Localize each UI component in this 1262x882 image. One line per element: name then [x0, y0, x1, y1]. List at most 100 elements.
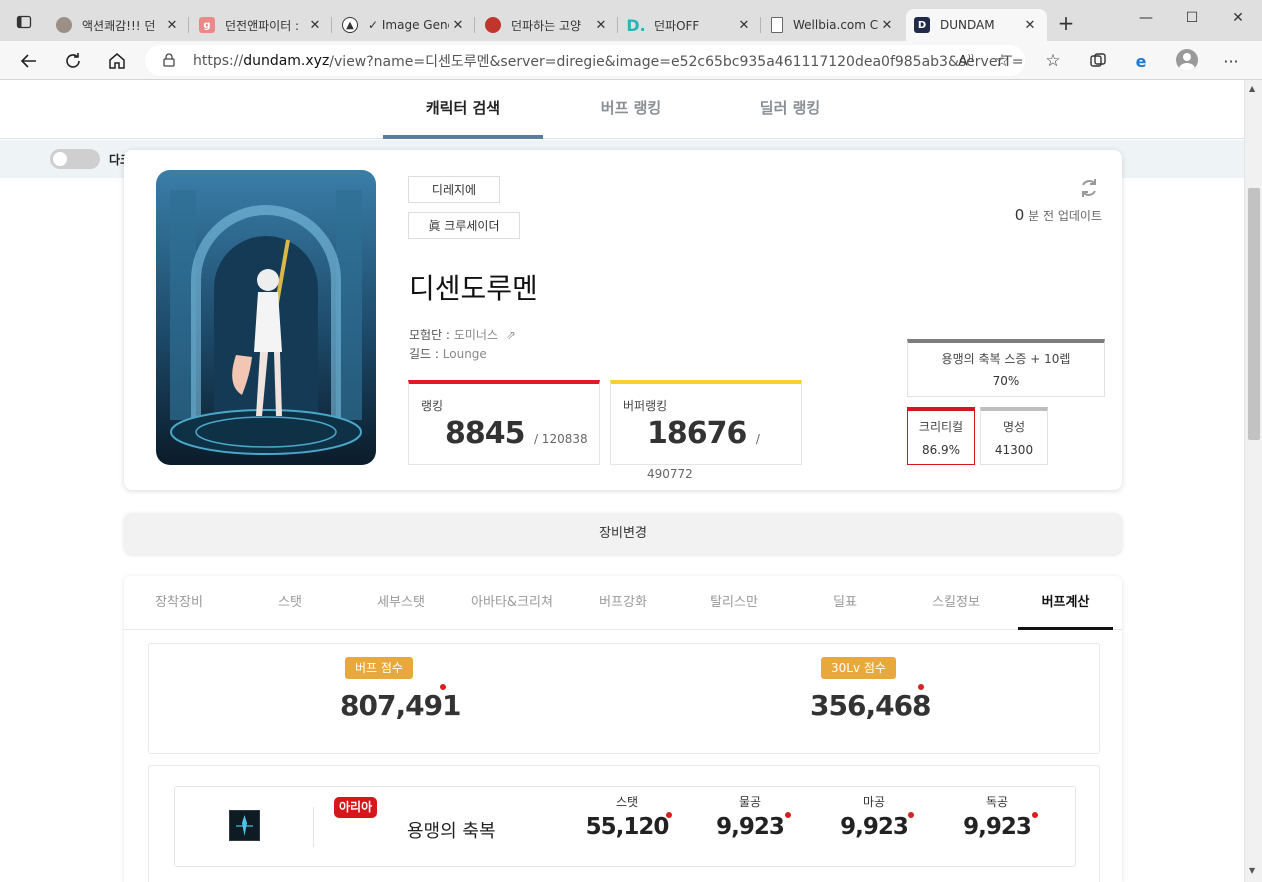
close-tab-icon[interactable]: ✕: [449, 18, 467, 33]
tab-damage-table[interactable]: 딜표: [790, 576, 900, 630]
favorites-icon[interactable]: ☆: [1038, 46, 1068, 76]
refresh-icon[interactable]: [58, 46, 88, 76]
browser-tab[interactable]: ▲ ✓ Image Gene ✕: [334, 9, 475, 41]
stat-dot-icon: [666, 812, 672, 818]
buff-level-label: 용맹의 축복 스증 + 10렙: [941, 352, 1071, 366]
skill-row: 아리아 용맹의 축복 스탯 55,120 물공 9,923 마공 9,923 독…: [174, 786, 1076, 867]
physical-dot-icon: [785, 812, 791, 818]
collections-icon[interactable]: [1083, 46, 1113, 76]
critical-box: 크리티컬 86.9%: [907, 407, 975, 465]
tab-buff-calc[interactable]: 버프계산: [1018, 576, 1113, 630]
browser-tab-active[interactable]: D DUNDAM ✕: [906, 9, 1047, 41]
lv30-score-value: 356,468: [810, 689, 932, 722]
buff-score-value: 807,491: [340, 689, 462, 722]
magical-attack-label: 마공: [862, 795, 886, 809]
guild-name: Lounge: [442, 347, 487, 361]
tab-buff-enhance[interactable]: 버프강화: [568, 576, 678, 630]
lv30-score-dot-icon: [918, 684, 924, 690]
nav-tab-buff-ranking[interactable]: 버프 랭킹: [551, 80, 711, 139]
browser-tab[interactable]: g 던전앤파이터 : ✕: [191, 9, 332, 41]
browser-tab[interactable]: D. 던파OFF ✕: [620, 9, 761, 41]
tab-skill-info[interactable]: 스킬정보: [901, 576, 1011, 630]
tab-avatar-creature[interactable]: 아바타&크리쳐: [457, 576, 567, 630]
refresh-update-icon[interactable]: [1077, 176, 1101, 204]
browser-tab[interactable]: 던파하는 고양 ✕: [477, 9, 618, 41]
tab-equipment[interactable]: 장착장비: [124, 576, 234, 630]
equip-change-button[interactable]: 장비변경: [124, 513, 1122, 554]
skill-name: 용맹의 축복: [407, 821, 496, 842]
tab-actions-icon[interactable]: [8, 8, 40, 36]
maximize-icon[interactable]: ☐: [1169, 10, 1215, 34]
document-icon: [771, 17, 783, 33]
browser-tab-bar: 액션쾌감!!! 던 ✕ g 던전앤파이터 : ✕ ▲ ✓ Image Gene …: [0, 0, 1262, 41]
stat-column: 스탯 55,120: [577, 793, 677, 840]
score-box: 버프 점수 807,491 30Lv 점수 356,468: [148, 643, 1100, 754]
tab-favicon-icon: D.: [626, 15, 646, 35]
close-window-icon[interactable]: ✕: [1215, 10, 1261, 34]
ranking-label: 랭킹: [421, 399, 444, 413]
home-icon[interactable]: [102, 46, 132, 76]
browser-tab[interactable]: 액션쾌감!!! 던 ✕: [48, 9, 189, 41]
close-tab-icon[interactable]: ✕: [1021, 18, 1039, 33]
tab-title: 던파OFF: [654, 18, 700, 33]
updated-text: 분 전 업데이트: [1028, 209, 1102, 223]
skill-icon: [229, 810, 260, 841]
page-scrollbar[interactable]: ▲ ▼: [1244, 80, 1262, 882]
physical-attack-label: 물공: [738, 795, 762, 809]
character-portrait: [156, 170, 376, 465]
browser-tab[interactable]: Wellbia.com C ✕: [763, 9, 904, 41]
close-tab-icon[interactable]: ✕: [306, 18, 324, 33]
guild-label: 길드 :: [409, 347, 439, 361]
back-icon[interactable]: [14, 46, 44, 76]
independent-attack-value: 9,923: [963, 814, 1032, 840]
critical-value: 86.9%: [921, 443, 961, 457]
buff-level-box: 용맹의 축복 스증 + 10렙 70%: [907, 339, 1105, 397]
ranking-value: 8845: [445, 416, 525, 451]
tab-title: 던파하는 고양: [511, 18, 582, 33]
scroll-up-icon[interactable]: ▲: [1249, 84, 1255, 93]
dark-mode-toggle[interactable]: [50, 149, 100, 169]
tab-talisman[interactable]: 탈리스만: [679, 576, 789, 630]
nav-tab-dealer-ranking[interactable]: 딜러 랭킹: [710, 80, 870, 139]
close-tab-icon[interactable]: ✕: [163, 18, 181, 33]
lock-icon[interactable]: [163, 53, 175, 71]
fame-label: 명성: [1002, 420, 1026, 434]
scroll-down-icon[interactable]: ▼: [1249, 866, 1255, 875]
url-host: dundam.xyz: [243, 52, 330, 69]
guild-info: 길드 : Lounge: [409, 345, 487, 362]
skill-list: 아리아 용맹의 축복 스탯 55,120 물공 9,923 마공 9,923 독…: [148, 765, 1100, 882]
lv30-score-badge: 30Lv 점수: [821, 657, 896, 679]
read-aloud-icon[interactable]: A)): [951, 46, 981, 76]
more-menu-icon[interactable]: ···: [1216, 46, 1246, 76]
url-prefix: https://: [193, 52, 244, 69]
fame-value: 41300: [994, 443, 1034, 457]
character-name: 디센도루멘: [409, 272, 538, 305]
close-tab-icon[interactable]: ✕: [878, 18, 896, 33]
independent-dot-icon: [1032, 812, 1038, 818]
buffer-ranking-value: 18676: [647, 416, 747, 451]
adventure-name[interactable]: 도미너스: [454, 328, 498, 342]
tab-favicon-icon: ▲: [342, 17, 358, 33]
updated-time: 0 분 전 업데이트: [1015, 206, 1102, 224]
updated-minutes: 0: [1014, 206, 1025, 224]
browser-toolbar: https://dundam.xyz/view?name=디센도루멘&serve…: [0, 41, 1262, 80]
tab-stats[interactable]: 스탯: [235, 576, 345, 630]
buffer-ranking-box: 버퍼랭킹 18676 / 490772: [610, 380, 802, 481]
add-favorite-icon[interactable]: ☆: [987, 46, 1017, 76]
critical-label: 크리티컬: [918, 420, 964, 434]
skill-divider: [313, 807, 314, 847]
scrollbar-thumb[interactable]: [1248, 188, 1260, 440]
minimize-icon[interactable]: —: [1123, 10, 1169, 34]
address-bar[interactable]: https://dundam.xyz/view?name=디센도루멘&serve…: [145, 45, 1025, 76]
tab-detail-stats[interactable]: 세부스탯: [346, 576, 456, 630]
close-tab-icon[interactable]: ✕: [592, 18, 610, 33]
new-tab-icon[interactable]: +: [1054, 12, 1078, 36]
edge-extension-icon[interactable]: e: [1126, 46, 1156, 76]
close-tab-icon[interactable]: ✕: [735, 18, 753, 33]
nav-tab-character-search[interactable]: 캐릭터 검색: [383, 80, 543, 139]
tab-favicon-icon: [485, 17, 501, 33]
share-icon[interactable]: ⇗: [506, 328, 516, 342]
profile-avatar[interactable]: [1176, 49, 1198, 71]
fame-box: 명성 41300: [980, 407, 1048, 465]
adventure-label: 모험단 :: [409, 328, 450, 342]
